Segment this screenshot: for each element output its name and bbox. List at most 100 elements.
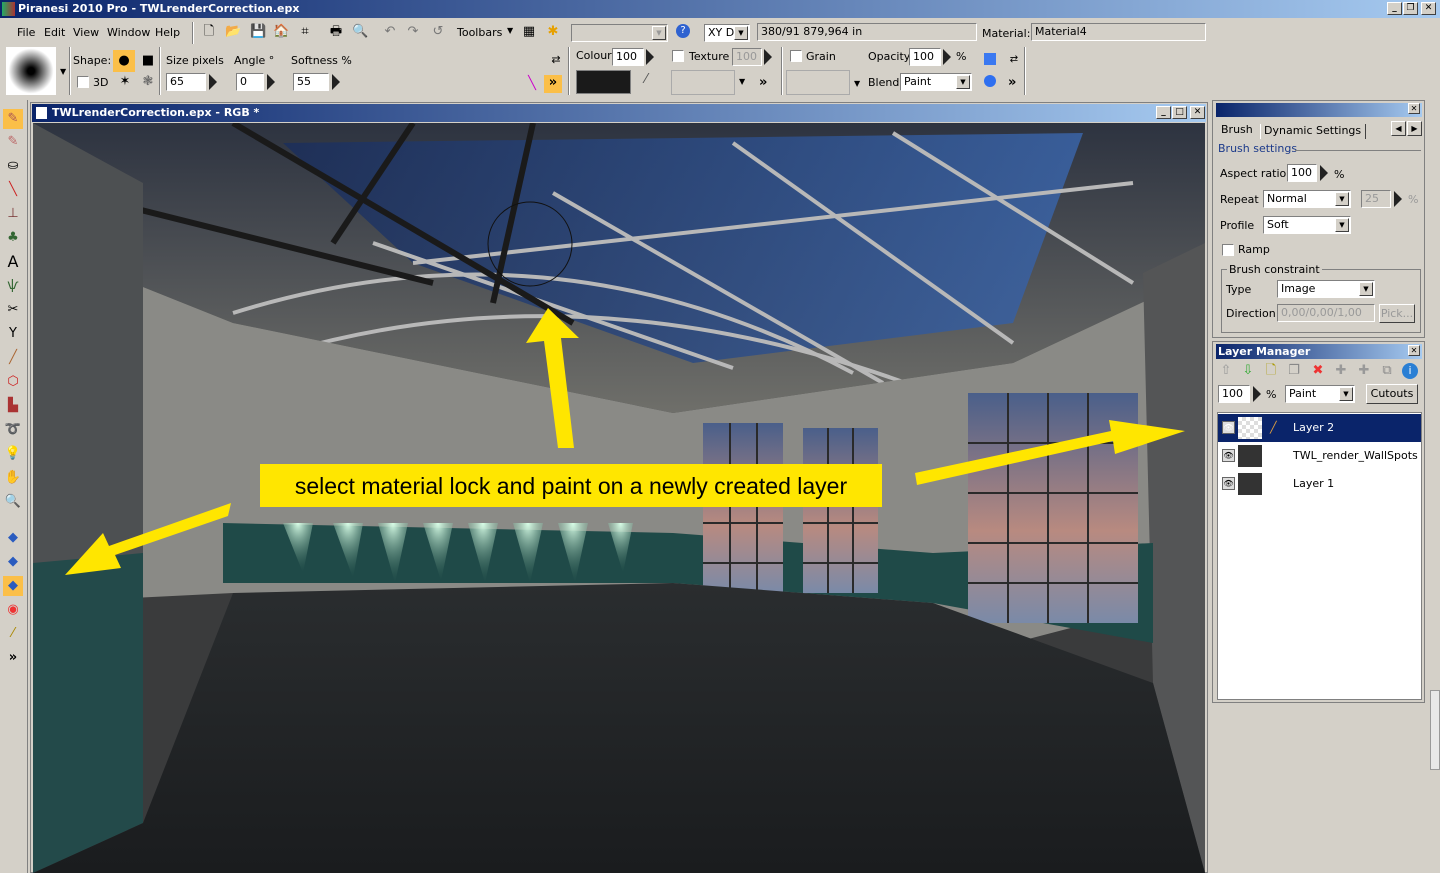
close-button[interactable]: ✕ (1421, 2, 1436, 15)
layer-opacity-input[interactable]: 100 (1218, 385, 1250, 403)
softness-stepper-arrow-icon[interactable] (332, 74, 340, 90)
colour-stepper-arrow-icon[interactable] (646, 49, 654, 65)
texture-checkbox[interactable] (672, 50, 684, 62)
print-icon[interactable]: 🖶 (328, 24, 344, 40)
render-canvas[interactable]: select material lock and paint on a newl… (33, 123, 1205, 873)
light-tool-icon[interactable]: 💡 (3, 444, 23, 464)
grass-tool-icon[interactable]: ѱ (3, 276, 23, 296)
texture-input[interactable]: 100 (732, 48, 762, 66)
text-tool-icon[interactable]: A (3, 252, 23, 272)
ramp-checkbox[interactable] (1222, 244, 1234, 256)
opacity-input[interactable]: 100 (909, 48, 941, 66)
delete-layer-icon[interactable]: ✖ (1310, 363, 1326, 379)
reset-swap-icon[interactable]: ⇄ (1006, 52, 1022, 68)
tree-tool-icon[interactable]: ♣ (3, 228, 23, 248)
brush-tool-icon[interactable]: ✎ (3, 109, 23, 129)
visibility-eye-icon[interactable]: 👁 (1222, 477, 1235, 490)
opacity-stepper-arrow-icon[interactable] (943, 49, 951, 65)
layer-manager-close-button[interactable]: ✕ (1408, 345, 1420, 356)
redo-icon[interactable]: ↷ (405, 24, 421, 40)
brush-preview-chevron-down-icon[interactable]: ▼ (60, 67, 66, 76)
softness-input[interactable]: 55 (293, 73, 329, 91)
revert-icon[interactable]: ↺ (430, 24, 446, 40)
texture-stepper-arrow-icon[interactable] (764, 49, 772, 65)
crop-icon[interactable]: ⌗ (297, 24, 313, 40)
brush-panel-close-button[interactable]: ✕ (1408, 103, 1420, 114)
menu-view[interactable]: View (73, 26, 99, 39)
colour-swatch[interactable] (576, 70, 631, 94)
visibility-eye-icon[interactable]: 👁 (1222, 449, 1235, 462)
size-input[interactable]: 65 (166, 73, 206, 91)
expand-more-icon[interactable]: » (544, 75, 562, 93)
layer-row[interactable]: 👁 Layer 1 (1218, 470, 1421, 498)
swap-icon[interactable]: ⇄ (548, 52, 564, 68)
restore-button[interactable]: ❐ (1403, 2, 1418, 15)
layer-opacity-stepper-icon[interactable] (1253, 386, 1261, 402)
move-layer-down-icon[interactable]: ⇩ (1240, 363, 1256, 379)
more-tools-icon[interactable]: » (3, 648, 23, 668)
colour-picker-icon[interactable]: ╲ (524, 76, 540, 92)
toolbars-menu[interactable]: Toolbars (457, 26, 502, 39)
grain-chevron-down-icon[interactable]: ▼ (854, 79, 860, 88)
grain-swatch[interactable] (786, 70, 850, 95)
lasso-tool-icon[interactable]: ➰ (3, 420, 23, 440)
layer-mode-select[interactable]: Paint ▼ (1285, 385, 1355, 403)
texture-chevron-down-icon[interactable]: ▼ (739, 77, 745, 86)
angle-stepper-arrow-icon[interactable] (267, 74, 275, 90)
pick-button[interactable]: Pick... (1379, 304, 1415, 323)
open-folder-icon[interactable]: 📂 (225, 24, 241, 40)
tab-dynamic-settings[interactable]: Dynamic Settings (1260, 124, 1367, 139)
right-scrollbar[interactable] (1430, 690, 1440, 770)
move-layer-up-icon[interactable]: ⇧ (1218, 363, 1234, 379)
select-tool-icon[interactable]: Y (3, 324, 23, 344)
undo-icon[interactable]: ↶ (382, 24, 398, 40)
doc-minimize-button[interactable]: _ (1156, 106, 1171, 119)
texture-swatch[interactable] (671, 70, 735, 95)
toolbars-chevron-down-icon[interactable]: ▼ (507, 26, 513, 35)
help-icon[interactable]: ? (676, 24, 690, 38)
3d-checkbox[interactable] (77, 76, 89, 88)
pencil-tool-icon[interactable]: ✎ (3, 132, 23, 152)
brush-preview[interactable] (6, 47, 56, 95)
angle-input[interactable]: 0 (236, 73, 264, 91)
new-layer-icon[interactable]: 🗋 (1263, 363, 1279, 379)
aspect-ratio-stepper-icon[interactable] (1320, 165, 1328, 181)
export-icon[interactable]: 🏠 (273, 24, 289, 40)
material-lock-icon[interactable]: ◆ (3, 576, 23, 596)
paint-bucket-tool-icon[interactable]: ⛀ (3, 156, 23, 176)
blend-more-icon[interactable]: » (1008, 75, 1016, 90)
tab-scroll-left[interactable]: ◀ (1391, 121, 1406, 136)
visibility-eye-icon[interactable]: 👁 (1222, 421, 1235, 434)
box-tool-icon[interactable]: ⬡ (3, 372, 23, 392)
zoom-tool-icon[interactable]: 🔍 (3, 492, 23, 512)
flatten-icon[interactable]: ⧉ (1379, 363, 1395, 379)
line-tool-icon[interactable]: ╱ (3, 348, 23, 368)
duplicate-layer-icon[interactable]: ❐ (1286, 363, 1302, 379)
round-shape-icon[interactable]: ● (113, 50, 135, 72)
cube-tool-icon[interactable]: ◆ (3, 528, 23, 548)
menu-file[interactable]: File (17, 26, 35, 39)
xy-mode-select[interactable]: XY D ▼ (704, 24, 750, 42)
layer-blue-square-icon[interactable] (984, 53, 996, 65)
tab-brush[interactable]: Brush (1221, 123, 1253, 136)
cube-small-tool-icon[interactable]: ◆ (3, 552, 23, 572)
menu-window[interactable]: Window (107, 26, 150, 39)
spray-icon[interactable]: ❃ (140, 74, 156, 90)
doc-close-button[interactable]: ✕ (1190, 106, 1205, 119)
layer-row[interactable]: 👁 TWL_render_WallSpots (1218, 442, 1421, 470)
new-file-icon[interactable]: 🗋 (201, 24, 217, 40)
layer-row[interactable]: 👁 ╱ Layer 2 (1218, 414, 1421, 442)
layout-icon[interactable]: ▦ (521, 24, 537, 40)
aspect-ratio-input[interactable]: 100 (1287, 164, 1317, 182)
eyedropper-tool-icon[interactable]: ⁄ (3, 624, 23, 644)
chart-tool-icon[interactable]: ▙ (3, 396, 23, 416)
tab-scroll-right[interactable]: ▶ (1407, 121, 1422, 136)
constraint-type-select[interactable]: Image ▼ (1277, 280, 1375, 298)
blend-select[interactable]: Paint ▼ (900, 73, 972, 91)
repeat-select[interactable]: Normal ▼ (1263, 190, 1351, 208)
layer-info-icon[interactable]: i (1402, 363, 1418, 379)
doc-maximize-button[interactable]: □ (1172, 106, 1187, 119)
size-stepper-arrow-icon[interactable] (209, 74, 217, 90)
minimize-button[interactable]: _ (1387, 2, 1402, 15)
print-preview-icon[interactable]: 🔍 (352, 24, 368, 40)
